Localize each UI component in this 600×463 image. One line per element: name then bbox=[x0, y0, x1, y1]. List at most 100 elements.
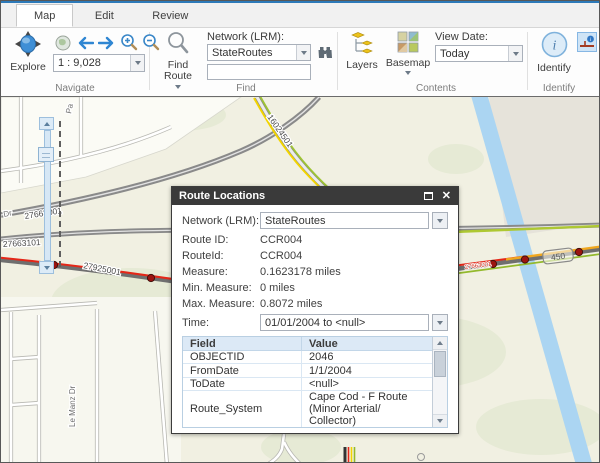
ribbon: Explore 1 : 9,028 Navigate Find Route Ne… bbox=[1, 28, 599, 96]
dialog-field-row: Min. Measure: 0 miles bbox=[182, 280, 448, 296]
min-measure-value: 0 miles bbox=[260, 282, 295, 294]
maximize-icon[interactable] bbox=[423, 192, 433, 200]
network-lrm-value: StateRoutes bbox=[212, 46, 273, 59]
chevron-down-icon[interactable] bbox=[296, 45, 310, 60]
dialog-field-row: Max. Measure: 0.8072 miles bbox=[182, 296, 448, 312]
previous-extent-arrow-icon[interactable] bbox=[75, 33, 95, 53]
route-label: 27663101 bbox=[3, 237, 42, 249]
identify-label: Identify bbox=[537, 62, 571, 74]
value-cell: 2046 bbox=[301, 351, 432, 364]
measure-value: 0.1623178 miles bbox=[260, 266, 341, 278]
explore-label: Explore bbox=[10, 61, 46, 73]
layers-label: Layers bbox=[346, 59, 378, 71]
route-id-value: CCR004 bbox=[260, 234, 303, 246]
group-separator bbox=[527, 32, 528, 90]
ribbon-tab-bar: Map Edit Review bbox=[1, 3, 599, 28]
chevron-down-icon bbox=[175, 85, 181, 89]
view-date-combo[interactable]: Today bbox=[435, 45, 523, 62]
tab-edit[interactable]: Edit bbox=[78, 5, 131, 26]
zoom-slider-up-button[interactable] bbox=[39, 117, 54, 130]
find-route-label: Find Route bbox=[163, 59, 193, 82]
zoom-slider-down-button[interactable] bbox=[39, 261, 54, 274]
field-cell: OBJECTID bbox=[190, 351, 245, 364]
close-icon[interactable]: ✕ bbox=[442, 190, 451, 202]
next-extent-arrow-icon[interactable] bbox=[97, 33, 117, 53]
find-group-label: Find bbox=[236, 83, 256, 94]
basemap-button[interactable]: Basemap bbox=[385, 31, 431, 75]
tab-map[interactable]: Map bbox=[16, 4, 74, 27]
full-extent-globe-icon[interactable] bbox=[53, 33, 73, 53]
basemap-icon bbox=[397, 31, 419, 56]
measure-label: Measure: bbox=[182, 266, 228, 278]
scrollbar-thumb[interactable] bbox=[434, 351, 446, 377]
application-window: Map Edit Review Explore 1: 9,028 Naviga… bbox=[0, 0, 600, 463]
route-shield: 450 bbox=[542, 247, 574, 265]
dialog-network-combo[interactable]: StateRoutes bbox=[260, 212, 429, 229]
tab-review[interactable]: Review bbox=[135, 5, 205, 26]
scroll-down-icon[interactable] bbox=[433, 414, 447, 427]
route-shield-number: 450 bbox=[550, 251, 566, 263]
contents-group-label: Contents bbox=[415, 83, 457, 94]
layers-button[interactable]: Layers bbox=[343, 31, 381, 71]
chevron-down-icon[interactable] bbox=[130, 55, 144, 71]
dialog-network-label: Network (LRM): bbox=[182, 214, 260, 227]
chevron-down-icon[interactable] bbox=[508, 46, 522, 61]
zoom-in-icon[interactable] bbox=[119, 32, 139, 52]
dialog-title: Route Locations bbox=[179, 190, 266, 202]
table-row: ToDate <null> bbox=[183, 377, 432, 391]
dialog-field-row: Measure: 0.1623178 miles bbox=[182, 264, 448, 280]
field-cell: Route_System bbox=[190, 403, 263, 415]
attributes-table: Field Value OBJECTID 2046 FromDate 1/1/2… bbox=[182, 336, 448, 428]
table-header-row: Field Value bbox=[183, 337, 432, 352]
table-row: Route_System Cape Cod - F Route (Minor A… bbox=[183, 391, 432, 427]
map-view[interactable]: 450 27663001 27663101 27925001 16024501 … bbox=[1, 96, 599, 462]
dialog-field-row: Route ID: CCR004 bbox=[182, 232, 448, 248]
time-label: Time: bbox=[182, 316, 210, 329]
street-name-label: Dr bbox=[3, 208, 13, 219]
identify-group-label: Identify bbox=[542, 83, 576, 94]
scrollbar-track[interactable] bbox=[433, 378, 447, 414]
view-date-label: View Date: bbox=[435, 31, 488, 43]
binoculars-icon[interactable] bbox=[315, 43, 335, 63]
max-measure-label: Max. Measure: bbox=[182, 298, 255, 310]
route-label: 16024501 bbox=[265, 112, 295, 149]
map-scale-combo[interactable]: 1 : 9,028 bbox=[53, 54, 145, 72]
value-cell: 1/1/2004 bbox=[301, 364, 432, 377]
identify-button[interactable]: i Identify bbox=[533, 31, 575, 74]
navigate-group-label: Navigate bbox=[55, 83, 95, 94]
street-name-label: Le Manz Dr bbox=[68, 385, 77, 427]
view-date-value: Today bbox=[440, 47, 470, 60]
chevron-down-icon[interactable] bbox=[432, 314, 448, 331]
value-column-header: Value bbox=[301, 337, 432, 351]
layers-icon bbox=[350, 31, 374, 58]
route-locations-dialog: Route Locations ✕ Network (LRM): StateRo… bbox=[171, 186, 459, 434]
identify-info-icon: i bbox=[541, 31, 568, 61]
explore-button[interactable]: Explore bbox=[5, 31, 51, 73]
group-separator bbox=[337, 32, 338, 90]
chevron-down-icon[interactable] bbox=[432, 212, 448, 229]
table-row: FromDate 1/1/2004 bbox=[183, 364, 432, 378]
route-id-label: Route ID: bbox=[182, 234, 229, 246]
routeid-value: CCR004 bbox=[260, 250, 303, 262]
scroll-up-icon[interactable] bbox=[433, 337, 447, 350]
routeid-label: RouteId: bbox=[182, 250, 224, 262]
explore-compass-icon bbox=[15, 31, 41, 60]
field-column-header: Field bbox=[190, 337, 216, 350]
table-scrollbar[interactable] bbox=[432, 337, 447, 427]
route-value-input[interactable] bbox=[207, 64, 311, 80]
chevron-down-icon bbox=[405, 71, 411, 75]
network-lrm-combo[interactable]: StateRoutes bbox=[207, 44, 311, 61]
find-route-button[interactable]: Find Route bbox=[155, 31, 201, 89]
time-combo[interactable]: 01/01/2004 to <null> bbox=[260, 314, 429, 331]
zoom-slider-handle[interactable] bbox=[38, 147, 54, 162]
zoom-slider-ticks bbox=[59, 121, 61, 267]
dialog-field-row: RouteId: CCR004 bbox=[182, 248, 448, 264]
table-row: OBJECTID 2046 bbox=[183, 351, 432, 365]
max-measure-value: 0.8072 miles bbox=[260, 298, 323, 310]
dialog-title-bar[interactable]: Route Locations ✕ bbox=[172, 187, 458, 205]
svg-text:i: i bbox=[552, 39, 556, 54]
field-cell: FromDate bbox=[190, 364, 239, 377]
identify-route-locations-tool[interactable]: i bbox=[577, 32, 597, 52]
min-measure-label: Min. Measure: bbox=[182, 282, 252, 294]
find-route-magnifier-icon bbox=[166, 31, 190, 58]
